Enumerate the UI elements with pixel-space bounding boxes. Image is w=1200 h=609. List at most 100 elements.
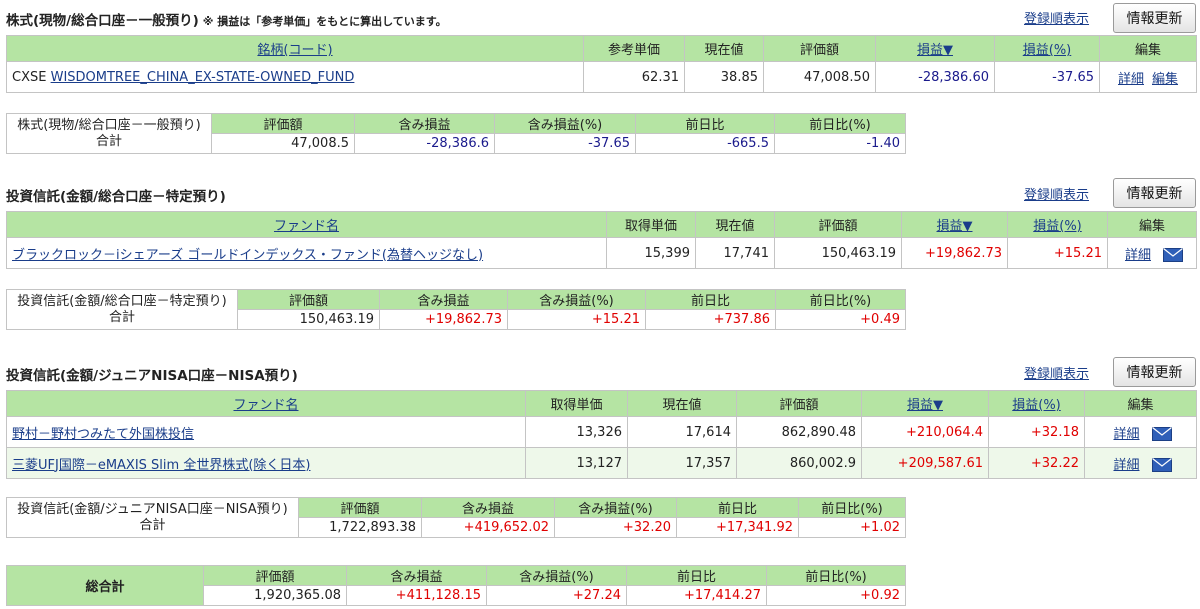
col-header-symbol[interactable]: 銘柄(コード) [6,35,584,62]
profit-loss-pct: +15.21 [1007,237,1108,269]
summary-header: 評価額 [298,497,422,518]
fund-specific-summary-table: 投資信託(金額/総合口座－特定預り) 合計 評価額 含み損益 含み損益(%) 前日… [6,289,906,330]
summary-header: 含み損益 [421,497,555,518]
summary-header: 含み損益(%) [554,497,677,518]
summary-header: 含み損益(%) [507,289,646,310]
nisa-fund-summary-table: 投資信託(金額/ジュニアNISA口座－NISA預り) 合計 評価額 含み損益 含み… [6,497,906,538]
summary-day-change-pct: +1.02 [798,517,906,538]
summary-label: 投資信託(金額/ジュニアNISA口座－NISA預り) 合計 [6,497,299,538]
summary-header: 含み損益 [354,113,495,134]
col-header-current-price: 現在値 [684,35,764,62]
summary-header: 前日比 [635,113,775,134]
summary-label: 投資信託(金額/総合口座－特定預り) 合計 [6,289,238,330]
total-day-change: +17,414.27 [626,585,767,606]
col-header-market-value: 評価額 [763,35,876,62]
section-title-stocks: 株式(現物/総合口座－一般預り) ※ 損益は「参考単価」をもとに算出しています。 [6,9,447,29]
sort-registration-order-link[interactable]: 登録順表示 [1024,184,1089,203]
col-header-pl-pct[interactable]: 損益(%) [988,390,1085,417]
table-row: 野村－野村つみたて外国株投信 13,326 17,614 862,890.48 … [6,416,1197,448]
summary-header: 前日比(%) [774,113,906,134]
summary-header: 含み損益(%) [494,113,636,134]
acq-price: 13,127 [525,447,628,479]
security-cell: CXSE WISDOMTREE_CHINA_EX-STATE-OWNED_FUN… [6,61,584,93]
col-header-ref-price: 参考単価 [583,35,685,62]
col-header-fund-name[interactable]: ファンド名 [6,211,607,238]
market-value: 862,890.48 [736,416,862,448]
refresh-button[interactable]: 情報更新 [1113,3,1196,33]
mail-icon[interactable] [1163,248,1183,262]
col-header-pl[interactable]: 損益▼ [901,211,1008,238]
stock-summary-table: 株式(現物/総合口座－一般預り) 合計 評価額 含み損益 含み損益(%) 前日比 … [6,113,906,154]
pl-note: ※ 損益は「参考単価」をもとに算出しています。 [202,15,447,28]
summary-day-change-pct: -1.40 [774,133,906,154]
mail-icon[interactable] [1151,458,1172,472]
acq-price: 13,326 [525,416,628,448]
fund-name-cell: 野村－野村つみたて外国株投信 [6,416,526,448]
table-row: 三菱UFJ国際－eMAXIS Slim 全世界株式(除く日本) 13,127 1… [6,447,1197,479]
fund-name-link[interactable]: 三菱UFJ国際－eMAXIS Slim 全世界株式(除く日本) [12,458,310,473]
detail-link[interactable]: 詳細 [1113,458,1139,473]
table-row: CXSE WISDOMTREE_CHINA_EX-STATE-OWNED_FUN… [6,61,1197,93]
section-title-fund-specific: 投資信託(金額/総合口座－特定預り) [6,189,226,205]
table-header-row: ファンド名 取得単価 現在値 評価額 損益▼ 損益(%) 編集 [6,211,1197,238]
fund-holdings-table: ファンド名 取得単価 現在値 評価額 損益▼ 損益(%) 編集 ブラックロック－… [6,211,1197,269]
col-header-current-price: 現在値 [627,390,737,417]
market-value: 150,463.19 [774,237,902,269]
fund-name-cell: 三菱UFJ国際－eMAXIS Slim 全世界株式(除く日本) [6,447,526,479]
col-header-market-value: 評価額 [736,390,862,417]
col-header-edit: 編集 [1099,35,1197,62]
summary-header: 前日比(%) [775,289,906,310]
table-row: ブラックロック－iシェアーズ ゴールドインデックス・ファンド(為替ヘッジなし) … [6,237,1197,269]
nisa-fund-holdings-table: ファンド名 取得単価 現在値 評価額 損益▼ 損益(%) 編集 野村－野村つみた… [6,390,1197,479]
stock-holdings-table: 銘柄(コード) 参考単価 現在値 評価額 損益▼ 損益(%) 編集 CXSE W… [6,35,1197,93]
profit-loss-pct: -37.65 [994,61,1100,93]
summary-header: 含み損益(%) [486,565,627,586]
total-day-change-pct: +0.92 [766,585,906,606]
col-header-pl-pct[interactable]: 損益(%) [994,35,1100,62]
table-header-row: 銘柄(コード) 参考単価 現在値 評価額 損益▼ 損益(%) 編集 [6,35,1197,62]
col-header-acq-price: 取得単価 [525,390,628,417]
summary-day-change: +17,341.92 [676,517,799,538]
current-price: 17,741 [695,237,775,269]
table-header-row: ファンド名 取得単価 現在値 評価額 損益▼ 損益(%) 編集 [6,390,1197,417]
detail-link[interactable]: 詳細 [1118,72,1144,87]
summary-header: 評価額 [237,289,380,310]
summary-day-change-pct: +0.49 [775,309,906,330]
market-value: 47,008.50 [763,61,876,93]
security-name-link[interactable]: WISDOMTREE_CHINA_EX-STATE-OWNED_FUND [51,70,355,85]
summary-unrealized-pl: -28,386.6 [354,133,495,154]
col-header-fund-name[interactable]: ファンド名 [6,390,526,417]
detail-link[interactable]: 詳細 [1113,427,1139,442]
acq-price: 15,399 [606,237,696,269]
current-price: 17,357 [627,447,737,479]
summary-header: 含み損益 [346,565,487,586]
col-header-pl[interactable]: 損益▼ [875,35,995,62]
refresh-button[interactable]: 情報更新 [1113,357,1196,387]
sort-registration-order-link[interactable]: 登録順表示 [1024,363,1089,382]
section-title-text: 株式(現物/総合口座－一般預り) [6,13,199,29]
profit-loss-pct: +32.22 [988,447,1085,479]
mail-icon[interactable] [1151,427,1172,441]
detail-link[interactable]: 詳細 [1125,248,1151,263]
edit-link[interactable]: 編集 [1152,72,1178,87]
profit-loss-pct: +32.18 [988,416,1085,448]
ticker-code: CXSE [12,69,47,85]
summary-header: 前日比(%) [766,565,906,586]
profit-loss: -28,386.60 [875,61,995,93]
sort-registration-order-link[interactable]: 登録順表示 [1024,8,1089,27]
summary-label: 株式(現物/総合口座－一般預り) 合計 [6,113,212,154]
col-header-current-price: 現在値 [695,211,775,238]
col-header-pl-pct[interactable]: 損益(%) [1007,211,1108,238]
section-title-fund-nisa: 投資信託(金額/ジュニアNISA口座－NISA預り) [6,368,298,384]
fund-name-link[interactable]: ブラックロック－iシェアーズ ゴールドインデックス・ファンド(為替ヘッジなし) [12,248,483,263]
summary-market-value: 1,722,893.38 [298,517,422,538]
summary-header: 含み損益 [379,289,508,310]
refresh-button[interactable]: 情報更新 [1113,178,1196,208]
profit-loss: +210,064.4 [861,416,989,448]
grand-total-label: 総合計 [6,565,204,606]
summary-unrealized-pl-pct: -37.65 [494,133,636,154]
edit-actions: 詳細 [1084,447,1197,479]
fund-name-link[interactable]: 野村－野村つみたて外国株投信 [12,427,194,442]
col-header-pl[interactable]: 損益▼ [861,390,989,417]
fund-name-cell: ブラックロック－iシェアーズ ゴールドインデックス・ファンド(為替ヘッジなし) [6,237,607,269]
